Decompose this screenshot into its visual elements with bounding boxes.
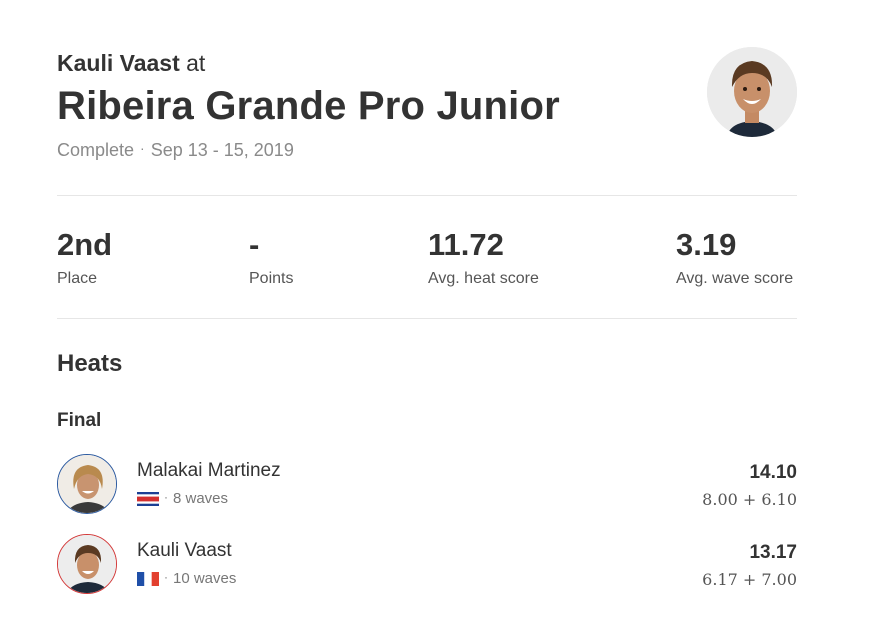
surfer-details: · 8 waves — [137, 490, 228, 507]
stat-points: - Points — [249, 226, 293, 288]
surfer-portrait-icon — [58, 455, 116, 513]
france-flag-icon — [137, 571, 159, 586]
athlete-name-link[interactable]: Kauli Vaast — [57, 50, 180, 76]
stat-value: 3.19 — [676, 227, 737, 262]
surfer-avatar[interactable] — [57, 534, 117, 594]
heat-surfer-row[interactable]: Kauli Vaast · 10 waves 13.17 6.17 + 7.00 — [57, 534, 797, 596]
round-heading: Final — [57, 410, 102, 431]
surfer-details: · 10 waves — [137, 570, 236, 587]
athlete-portrait-icon — [707, 47, 797, 137]
wave-count: 8 waves — [173, 490, 229, 507]
stat-avg-heat-score: 11.72 Avg. heat score — [428, 226, 539, 288]
surfer-avatar[interactable] — [57, 454, 117, 514]
stat-label: Avg. heat score — [428, 270, 539, 287]
detail-separator: · — [164, 569, 168, 584]
event-status: Complete — [57, 140, 135, 160]
surfer-name[interactable]: Malakai Martinez — [137, 460, 281, 482]
event-title: Ribeira Grande Pro Junior — [57, 84, 560, 128]
athlete-avatar — [707, 47, 797, 137]
stat-place: 2nd Place — [57, 226, 112, 288]
stat-value: 2nd — [57, 227, 113, 262]
stat-label: Place — [57, 270, 98, 287]
best-wave-scores: 6.17 + 7.00 — [702, 570, 797, 589]
heat-surfer-row[interactable]: Malakai Martinez · 8 waves 14.10 8.00 + … — [57, 454, 797, 516]
wave-count: 10 waves — [173, 570, 237, 587]
stat-avg-wave-score: 3.19 Avg. wave score — [676, 226, 793, 288]
best-wave-scores: 8.00 + 6.10 — [702, 490, 797, 509]
heats-heading: Heats — [57, 350, 123, 377]
heat-total-score: 13.17 — [749, 542, 797, 563]
stats-row: 2nd Place - Points 11.72 Avg. heat score… — [57, 226, 797, 296]
athlete-line: Kauli Vaast at — [57, 50, 205, 77]
stats-divider — [57, 318, 797, 319]
surfer-name[interactable]: Kauli Vaast — [137, 540, 232, 562]
surfer-portrait-icon — [58, 535, 116, 593]
stat-label: Points — [249, 270, 294, 287]
event-result-card: Kauli Vaast at Ribeira Grande Pro Junior… — [57, 0, 797, 617]
athlete-suffix: at — [186, 50, 206, 76]
costa-rica-flag-icon — [137, 491, 159, 506]
meta-separator: · — [140, 140, 145, 156]
stat-value: - — [249, 227, 260, 262]
event-meta: Complete · Sep 13 - 15, 2019 — [57, 140, 294, 161]
event-header: Kauli Vaast at Ribeira Grande Pro Junior… — [57, 0, 797, 196]
stat-label: Avg. wave score — [676, 270, 794, 287]
event-dates: Sep 13 - 15, 2019 — [150, 140, 294, 160]
header-divider — [57, 195, 797, 196]
detail-separator: · — [164, 489, 168, 504]
heat-total-score: 14.10 — [749, 462, 797, 483]
stat-value: 11.72 — [428, 227, 504, 262]
